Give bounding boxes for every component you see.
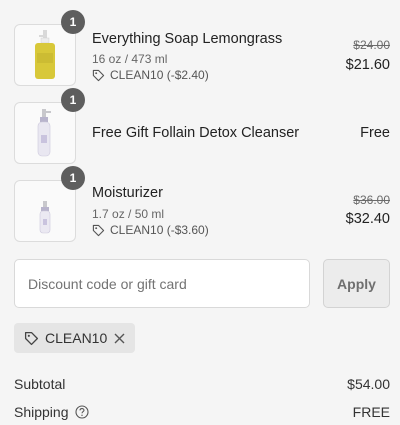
discount-code-input[interactable] — [26, 274, 309, 293]
product-image — [14, 180, 76, 242]
shipping-row: Shipping FREE — [14, 404, 390, 420]
applied-code-label: CLEAN10 — [45, 330, 108, 346]
soap-bottle-icon — [35, 30, 55, 79]
item-discount-label: CLEAN10 (-$2.40) — [110, 68, 209, 82]
discount-code-field[interactable] — [14, 259, 310, 308]
item-discount: CLEAN10 (-$2.40) — [92, 68, 209, 82]
item-discount: CLEAN10 (-$3.60) — [92, 223, 209, 237]
cleanser-bottle-icon — [37, 109, 51, 157]
applied-discount-chip: CLEAN10 — [14, 323, 135, 353]
item-name: Moisturizer — [92, 185, 163, 201]
line-item: 1 Everything Soap Lemongrass 16 oz / 473… — [14, 10, 390, 86]
item-discount-label: CLEAN10 (-$3.60) — [110, 223, 209, 237]
apply-button[interactable]: Apply — [323, 259, 390, 308]
original-price: $36.00 — [353, 193, 390, 207]
quantity-badge: 1 — [61, 10, 85, 34]
item-name: Free Gift Follain Detox Cleanser — [92, 125, 300, 141]
tag-icon — [92, 69, 105, 81]
help-icon[interactable] — [75, 405, 89, 419]
subtotal-row: Subtotal $54.00 — [14, 376, 390, 392]
quantity-badge: 1 — [61, 166, 85, 190]
item-price: $32.40 — [345, 211, 390, 227]
item-variant: 16 oz / 473 ml — [92, 52, 168, 66]
original-price: $24.00 — [353, 38, 390, 52]
item-name: Everything Soap Lemongrass — [92, 31, 283, 47]
item-price: Free — [360, 125, 390, 141]
item-variant: 1.7 oz / 50 ml — [92, 207, 165, 221]
line-item: 1 Free Gift Follain Detox Cleanser Free — [14, 88, 390, 164]
moisturizer-bottle-icon — [39, 201, 51, 234]
subtotal-value: $54.00 — [347, 376, 390, 392]
product-image — [14, 102, 76, 164]
tag-icon — [92, 224, 105, 236]
close-icon[interactable] — [114, 333, 125, 344]
subtotal-label: Subtotal — [14, 376, 66, 392]
remove-code-close-icon[interactable] — [114, 330, 125, 347]
shipping-label: Shipping — [14, 404, 69, 420]
line-item: 1 Moisturizer 1.7 oz / 50 ml CLEAN10 (-$… — [14, 166, 390, 242]
tag-icon — [24, 331, 39, 345]
shipping-value: FREE — [352, 404, 390, 420]
product-image — [14, 24, 76, 86]
quantity-badge: 1 — [61, 88, 85, 112]
item-price: $21.60 — [345, 57, 390, 73]
